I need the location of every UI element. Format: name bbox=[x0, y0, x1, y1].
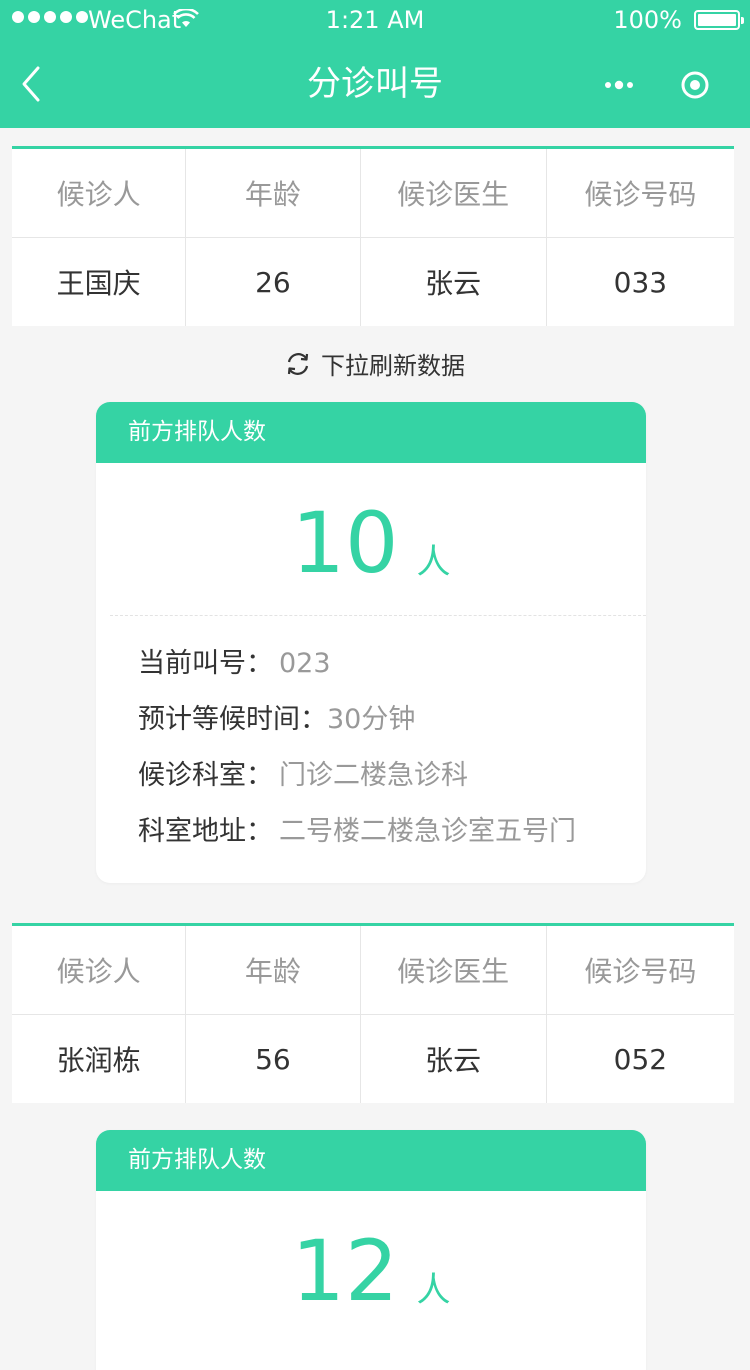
address-label: 科室地址： bbox=[138, 816, 273, 847]
patient-doctor: 张云 bbox=[359, 238, 546, 326]
queue-count: 12 人 bbox=[96, 1191, 646, 1343]
queue-card: 前方排队人数 12 人 bbox=[96, 1130, 646, 1370]
department-label: 候诊科室： bbox=[138, 760, 273, 791]
wait-time-label: 预计等候时间： bbox=[138, 704, 327, 735]
header-number: 候诊号码 bbox=[545, 926, 734, 1014]
queue-count-number: 10 bbox=[291, 494, 399, 592]
top-bar: WeChat 1:21 AM 100% 分诊叫号 bbox=[0, 0, 750, 128]
patient-name: 张润栋 bbox=[56, 1044, 141, 1077]
wait-time-line: 预计等候时间：30分钟 bbox=[138, 692, 646, 748]
header-doctor: 候诊医生 bbox=[359, 149, 546, 237]
queue-count: 10 人 bbox=[96, 463, 646, 615]
header-age: 年龄 bbox=[185, 149, 359, 237]
status-bar: WeChat 1:21 AM 100% bbox=[0, 0, 750, 40]
current-call-line: 当前叫号： 023 bbox=[138, 636, 646, 692]
table-row[interactable]: 张润栋 56 张云 052 bbox=[12, 1014, 734, 1103]
more-icon[interactable] bbox=[600, 70, 640, 100]
current-call-value: 023 bbox=[279, 648, 331, 679]
refresh-hint-text: 下拉刷新数据 bbox=[321, 352, 465, 380]
queue-count-unit: 人 bbox=[416, 542, 451, 582]
header-patient: 候诊人 bbox=[56, 178, 141, 211]
table-row[interactable]: 王国庆 26 张云 033 bbox=[12, 237, 734, 326]
table-header-row: 候诊人 年龄 候诊医生 候诊号码 bbox=[12, 926, 734, 1014]
header-number: 候诊号码 bbox=[545, 149, 734, 237]
queue-card-title: 前方排队人数 bbox=[96, 402, 646, 463]
header-doctor: 候诊医生 bbox=[359, 926, 546, 1014]
patient-doctor: 张云 bbox=[359, 1015, 546, 1103]
patient-number: 052 bbox=[545, 1015, 734, 1103]
department-value: 门诊二楼急诊科 bbox=[279, 760, 468, 791]
queue-info: 当前叫号： 023 预计等候时间：30分钟 候诊科室： 门诊二楼急诊科 科室地址：二… bbox=[96, 616, 646, 874]
address-line: 科室地址： 二号楼二楼急诊室五号门 bbox=[138, 804, 646, 860]
battery-icon bbox=[694, 10, 744, 30]
battery-percent: 100% bbox=[613, 6, 682, 34]
wait-time-value: 30分钟 bbox=[327, 704, 416, 735]
queue-card: 前方排队人数 10 人 当前叫号： 023 预计等候时间：30分钟 候诊科室： 门诊… bbox=[96, 402, 646, 883]
pull-refresh-hint: 下拉刷新数据 bbox=[0, 346, 750, 381]
queue-card-title: 前方排队人数 bbox=[96, 1130, 646, 1191]
patient-table: 候诊人 年龄 候诊医生 候诊号码 王国庆 26 张云 033 bbox=[12, 146, 734, 326]
department-line: 候诊科室： 门诊二楼急诊科 bbox=[138, 748, 646, 804]
patient-name: 王国庆 bbox=[56, 267, 141, 300]
patient-age: 56 bbox=[185, 1015, 359, 1103]
address-value: 二号楼二楼急诊室五号门 bbox=[279, 816, 576, 847]
refresh-icon bbox=[287, 352, 309, 375]
table-header-row: 候诊人 年龄 候诊医生 候诊号码 bbox=[12, 149, 734, 237]
patient-number: 033 bbox=[545, 238, 734, 326]
header-patient: 候诊人 bbox=[56, 955, 141, 988]
queue-count-unit: 人 bbox=[416, 1270, 451, 1310]
patient-age: 26 bbox=[185, 238, 359, 326]
queue-count-number: 12 bbox=[291, 1222, 399, 1320]
current-call-label: 当前叫号： bbox=[138, 648, 273, 679]
patient-table: 候诊人 年龄 候诊医生 候诊号码 张润栋 56 张云 052 bbox=[12, 923, 734, 1103]
close-miniprogram-icon[interactable] bbox=[676, 66, 714, 104]
header-age: 年龄 bbox=[185, 926, 359, 1014]
